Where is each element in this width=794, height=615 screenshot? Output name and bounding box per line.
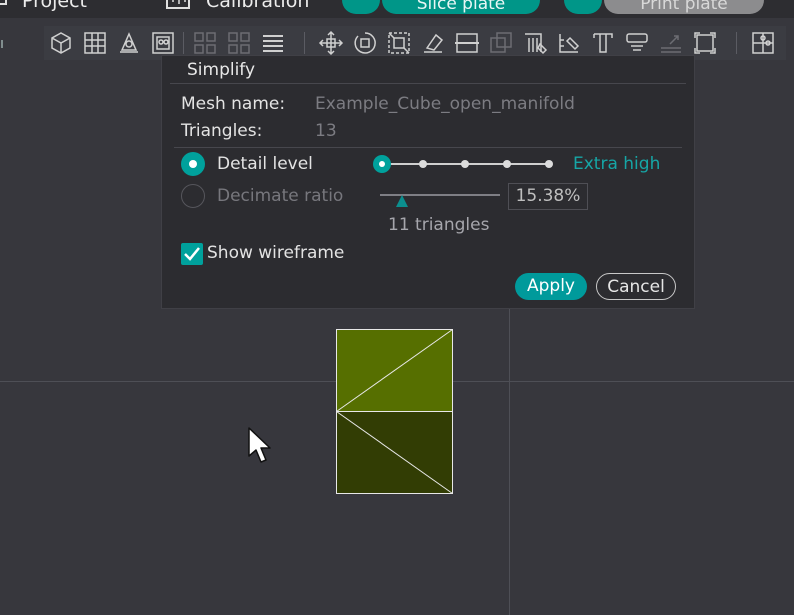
decimate-ratio-slider[interactable] bbox=[380, 184, 502, 208]
detail-level-knob[interactable] bbox=[373, 155, 391, 173]
show-wireframe-checkbox[interactable] bbox=[181, 243, 203, 265]
support-paint-icon[interactable] bbox=[522, 30, 548, 56]
assembly-icon[interactable] bbox=[658, 30, 684, 56]
detail-level-step[interactable] bbox=[545, 160, 553, 168]
collapse-sidebar-icon[interactable] bbox=[0, 30, 8, 56]
rotate-icon[interactable] bbox=[352, 30, 378, 56]
plane-cut-icon[interactable] bbox=[454, 30, 480, 56]
grid-icon[interactable] bbox=[82, 30, 108, 56]
detail-level-step[interactable] bbox=[419, 160, 427, 168]
slice-plate-button[interactable]: Slice plate bbox=[382, 0, 540, 14]
calibration-icon[interactable] bbox=[164, 0, 192, 18]
section-divider bbox=[174, 147, 682, 148]
scale-icon[interactable] bbox=[386, 30, 412, 56]
fit-view-icon[interactable] bbox=[692, 30, 718, 56]
detail-level-radio[interactable] bbox=[181, 152, 205, 176]
detail-level-slider[interactable] bbox=[373, 154, 557, 174]
cancel-button[interactable]: Cancel bbox=[596, 273, 676, 300]
detail-level-step[interactable] bbox=[461, 160, 469, 168]
title-divider bbox=[170, 83, 686, 84]
project-icon[interactable] bbox=[0, 0, 8, 17]
simplify-dialog: Simplify Mesh name: Example_Cube_open_ma… bbox=[161, 55, 695, 309]
mesh-name-value: Example_Cube_open_manifold bbox=[315, 94, 575, 114]
triangles-value: 13 bbox=[315, 121, 337, 141]
print-dropdown-button[interactable] bbox=[564, 0, 602, 14]
triangles-result-text: 11 triangles bbox=[388, 215, 490, 235]
split-objects-icon[interactable] bbox=[192, 30, 218, 56]
text-icon[interactable] bbox=[590, 30, 616, 56]
measure-icon[interactable] bbox=[624, 30, 650, 56]
decimate-ratio-input[interactable]: 15.38% bbox=[508, 183, 588, 210]
detail-level-label[interactable]: Detail level bbox=[217, 154, 313, 174]
toolbar-separator bbox=[183, 32, 184, 54]
toolbar-separator bbox=[304, 32, 305, 54]
print-plate-button[interactable]: Print plate bbox=[604, 0, 764, 14]
project-menu[interactable]: Project bbox=[22, 0, 87, 12]
calibration-menu[interactable]: Calibration bbox=[206, 0, 309, 12]
puzzle-icon[interactable] bbox=[750, 30, 776, 56]
decimate-ratio-label[interactable]: Decimate ratio bbox=[217, 186, 343, 206]
slice-dropdown-button[interactable] bbox=[342, 0, 380, 14]
mesh-name-label: Mesh name: bbox=[181, 94, 286, 114]
grid-line-vertical bbox=[509, 300, 510, 615]
decimate-ratio-handle[interactable] bbox=[396, 195, 408, 207]
mesh-object[interactable] bbox=[336, 329, 453, 494]
triangles-label: Triangles: bbox=[181, 121, 263, 141]
orient-icon[interactable] bbox=[116, 30, 142, 56]
mouse-cursor-icon bbox=[248, 427, 271, 463]
show-wireframe-label[interactable]: Show wireframe bbox=[207, 243, 344, 263]
seam-paint-icon[interactable] bbox=[556, 30, 582, 56]
toolbar-separator bbox=[736, 32, 737, 54]
decimate-ratio-radio[interactable] bbox=[181, 184, 205, 208]
top-menu-bar: Project Calibration Slice plate Print pl… bbox=[0, 0, 794, 18]
cut-icon[interactable] bbox=[420, 30, 446, 56]
detail-level-value: Extra high bbox=[573, 154, 661, 174]
add-cube-icon[interactable] bbox=[48, 30, 74, 56]
detail-level-step[interactable] bbox=[503, 160, 511, 168]
checkmark-icon bbox=[184, 247, 200, 261]
split-parts-icon[interactable] bbox=[226, 30, 252, 56]
dialog-title: Simplify bbox=[187, 60, 256, 80]
move-icon[interactable] bbox=[318, 30, 344, 56]
layers-icon[interactable] bbox=[260, 30, 286, 56]
apply-button[interactable]: Apply bbox=[515, 273, 587, 300]
arrange-icon[interactable] bbox=[150, 30, 176, 56]
boolean-icon[interactable] bbox=[488, 30, 514, 56]
